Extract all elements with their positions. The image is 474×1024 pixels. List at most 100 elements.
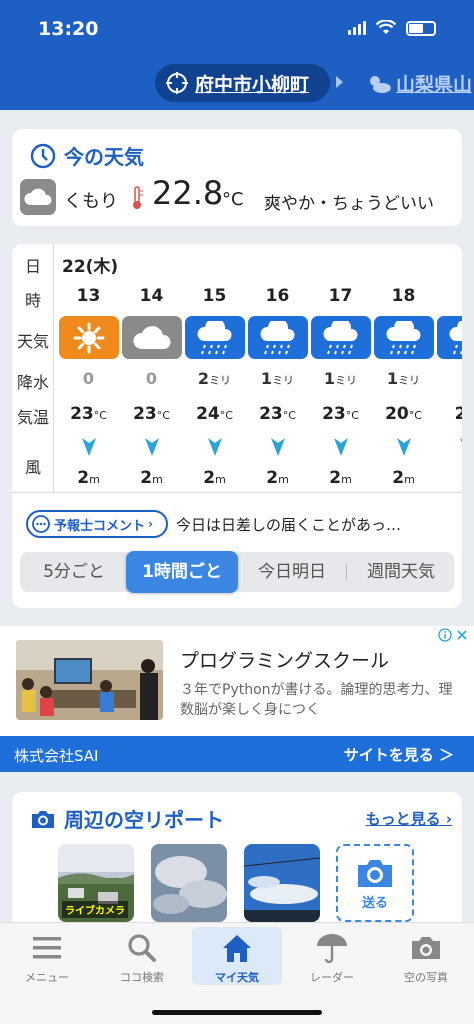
divider [12, 492, 462, 493]
send-photo-button[interactable]: 送る [336, 844, 414, 922]
sky-report-more-link[interactable]: もっと見る › [366, 808, 452, 829]
search-icon [128, 934, 156, 962]
cloudy-icon [20, 179, 56, 215]
cloudy-icon [122, 316, 182, 359]
forecaster-comment-button[interactable]: 予報士コメント › [26, 510, 168, 538]
next-location-name: 山梨県山 [396, 74, 473, 96]
location-selector[interactable]: 府中市小柳町 [155, 64, 330, 102]
forecast-hour-column: 14 0 23°C 2m [120, 244, 183, 492]
forecast-wind-speed: 2m [120, 468, 183, 488]
wind-direction-icon [268, 434, 288, 458]
wind-speed-value: 2 [461, 468, 462, 488]
current-weather-title: 今の天気 [30, 141, 144, 170]
wind-speed-unit: m [278, 473, 289, 486]
forecast-hour: 1 [435, 286, 462, 306]
hour-value: 1 [461, 286, 462, 306]
more-link-text: もっと見る [365, 810, 441, 828]
temperature-unit: °C [282, 409, 296, 422]
segment-hourly[interactable]: 1時間ごと [126, 551, 238, 593]
temperature-value: 20 [454, 404, 462, 424]
forecast-precipitation: 0 [57, 369, 120, 388]
row-label-rain: 降水 [16, 373, 49, 392]
hour-value: 14 [139, 286, 164, 306]
camera-icon [32, 810, 54, 828]
forecast-hour-column: 17 1ミリ 23°C 2m [309, 244, 372, 492]
status-indicators [348, 20, 436, 36]
wind-speed-unit: m [341, 473, 352, 486]
ad-company: 株式会社SAI [14, 747, 99, 765]
forecast-hour: 14 [120, 286, 183, 306]
ad-info-icon[interactable] [438, 628, 452, 642]
camera-icon [358, 859, 392, 887]
forecast-temperature: 23°C [309, 404, 372, 424]
forecaster-text[interactable]: 今日は日差しの届くことがあっ… [176, 514, 401, 535]
forecast-precipitation: 2ミリ [183, 369, 246, 388]
segment-weekly[interactable]: 週間天気 [348, 552, 454, 592]
current-weather-card[interactable]: 今の天気 くもり 22.8 °C 爽やか・ちょうどいい [12, 129, 462, 226]
hour-value: 17 [328, 286, 353, 306]
hour-value: 16 [265, 286, 290, 306]
forecast-temperature: 20 [435, 404, 462, 424]
temperature-value: 20 [385, 404, 409, 424]
temperature-value: 24 [196, 404, 220, 424]
sky-photo[interactable] [151, 844, 227, 922]
tab-sky-photos-label: 空の写真 [404, 971, 448, 984]
tab-my-weather[interactable]: マイ天気 [192, 927, 282, 985]
rain-icon [374, 316, 434, 359]
hour-value: 13 [76, 286, 101, 306]
ad-title[interactable]: プログラミングスクール [180, 646, 389, 673]
forecast-wind-speed: 2m [183, 468, 246, 488]
camera-icon [412, 937, 440, 959]
umbrella-icon [317, 934, 347, 964]
hour-value: 18 [391, 286, 416, 306]
forecast-wind-speed: 2m [309, 468, 372, 488]
temperature-unit: °C [156, 409, 170, 422]
wind-direction-icon [142, 434, 162, 458]
ad-image[interactable] [16, 640, 163, 720]
precipitation-value: 0 [145, 369, 158, 388]
status-time: 13:20 [38, 18, 99, 40]
interval-segmented-control: 5分ごと 1時間ごと 今日明日 週間天気 [20, 551, 454, 593]
rain-icon [437, 316, 462, 359]
sky-photo[interactable] [244, 844, 320, 922]
rain-icon [248, 316, 308, 359]
ad-cta-button[interactable]: サイトを見る ＞ [344, 744, 454, 765]
send-label: 送る [361, 895, 388, 911]
partly-cloudy-icon [370, 75, 391, 93]
forecast-temperature: 23°C [120, 404, 183, 424]
tab-menu[interactable]: メニュー [2, 927, 92, 985]
forecast-wind-speed: 2 [435, 468, 462, 488]
next-location[interactable]: 山梨県山 [366, 70, 472, 97]
ad-controls[interactable] [438, 628, 468, 642]
wind-speed-value: 2 [140, 468, 153, 488]
advertisement[interactable]: プログラミングスクール ３年でPythonが書ける。論理的思考力、理数脳が楽しく… [0, 626, 474, 772]
home-icon [223, 935, 251, 962]
wind-direction-icon [331, 434, 351, 458]
wind-speed-value: 2 [329, 468, 342, 488]
row-labels: 日 時 天気 降水 気温 風 [12, 244, 54, 492]
wind-speed-unit: m [152, 473, 163, 486]
wind-direction-icon [457, 434, 462, 458]
location-name: 府中市小柳町 [195, 73, 310, 96]
sky-photo-live-camera[interactable]: ライブカメラ [58, 844, 134, 922]
speech-bubble-icon [32, 515, 50, 533]
live-camera-label: ライブカメラ [62, 901, 128, 918]
forecast-hour-column: 16 1ミリ 23°C 2m [246, 244, 309, 492]
rain-icon [311, 316, 371, 359]
wifi-icon [376, 20, 396, 34]
tab-radar[interactable]: レーダー [287, 927, 377, 985]
chevron-right-icon: › [148, 517, 153, 531]
precipitation-value: 1 [461, 369, 462, 388]
tab-search[interactable]: ココ検索 [97, 927, 187, 985]
precipitation-value: 1 [386, 369, 399, 388]
ad-footer[interactable]: 株式会社SAI サイトを見る ＞ [0, 736, 474, 772]
current-temperature-unit: °C [222, 189, 244, 210]
forecast-precipitation: 1ミリ [246, 369, 309, 388]
segment-5min[interactable]: 5分ごと [20, 552, 128, 592]
row-label-wind: 風 [24, 458, 41, 477]
tab-sky-photos[interactable]: 空の写真 [381, 927, 471, 985]
forecast-grid[interactable]: 22(木) 13 0 23°C 2m 14 0 23°C 2m 15 2ミリ 24°C 2m 16 1ミリ… [54, 244, 462, 492]
close-icon[interactable] [456, 629, 468, 641]
segment-today-tomorrow[interactable]: 今日明日 [240, 552, 344, 592]
row-label-weather: 天気 [16, 332, 49, 351]
